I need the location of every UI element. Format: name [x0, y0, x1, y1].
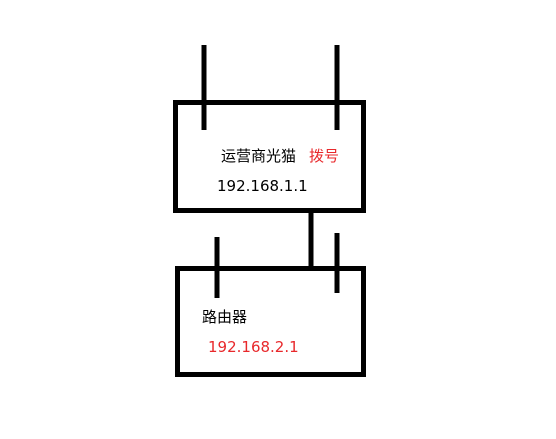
router-name-label: 路由器: [202, 308, 248, 326]
modem-ip-label: 192.168.1.1: [217, 177, 308, 195]
modem-name-label: 运营商光猫: [221, 147, 297, 165]
modem-dial-label: 拨号: [309, 147, 340, 165]
router-ip-label: 192.168.2.1: [208, 338, 299, 356]
network-diagram: [173, 45, 366, 377]
